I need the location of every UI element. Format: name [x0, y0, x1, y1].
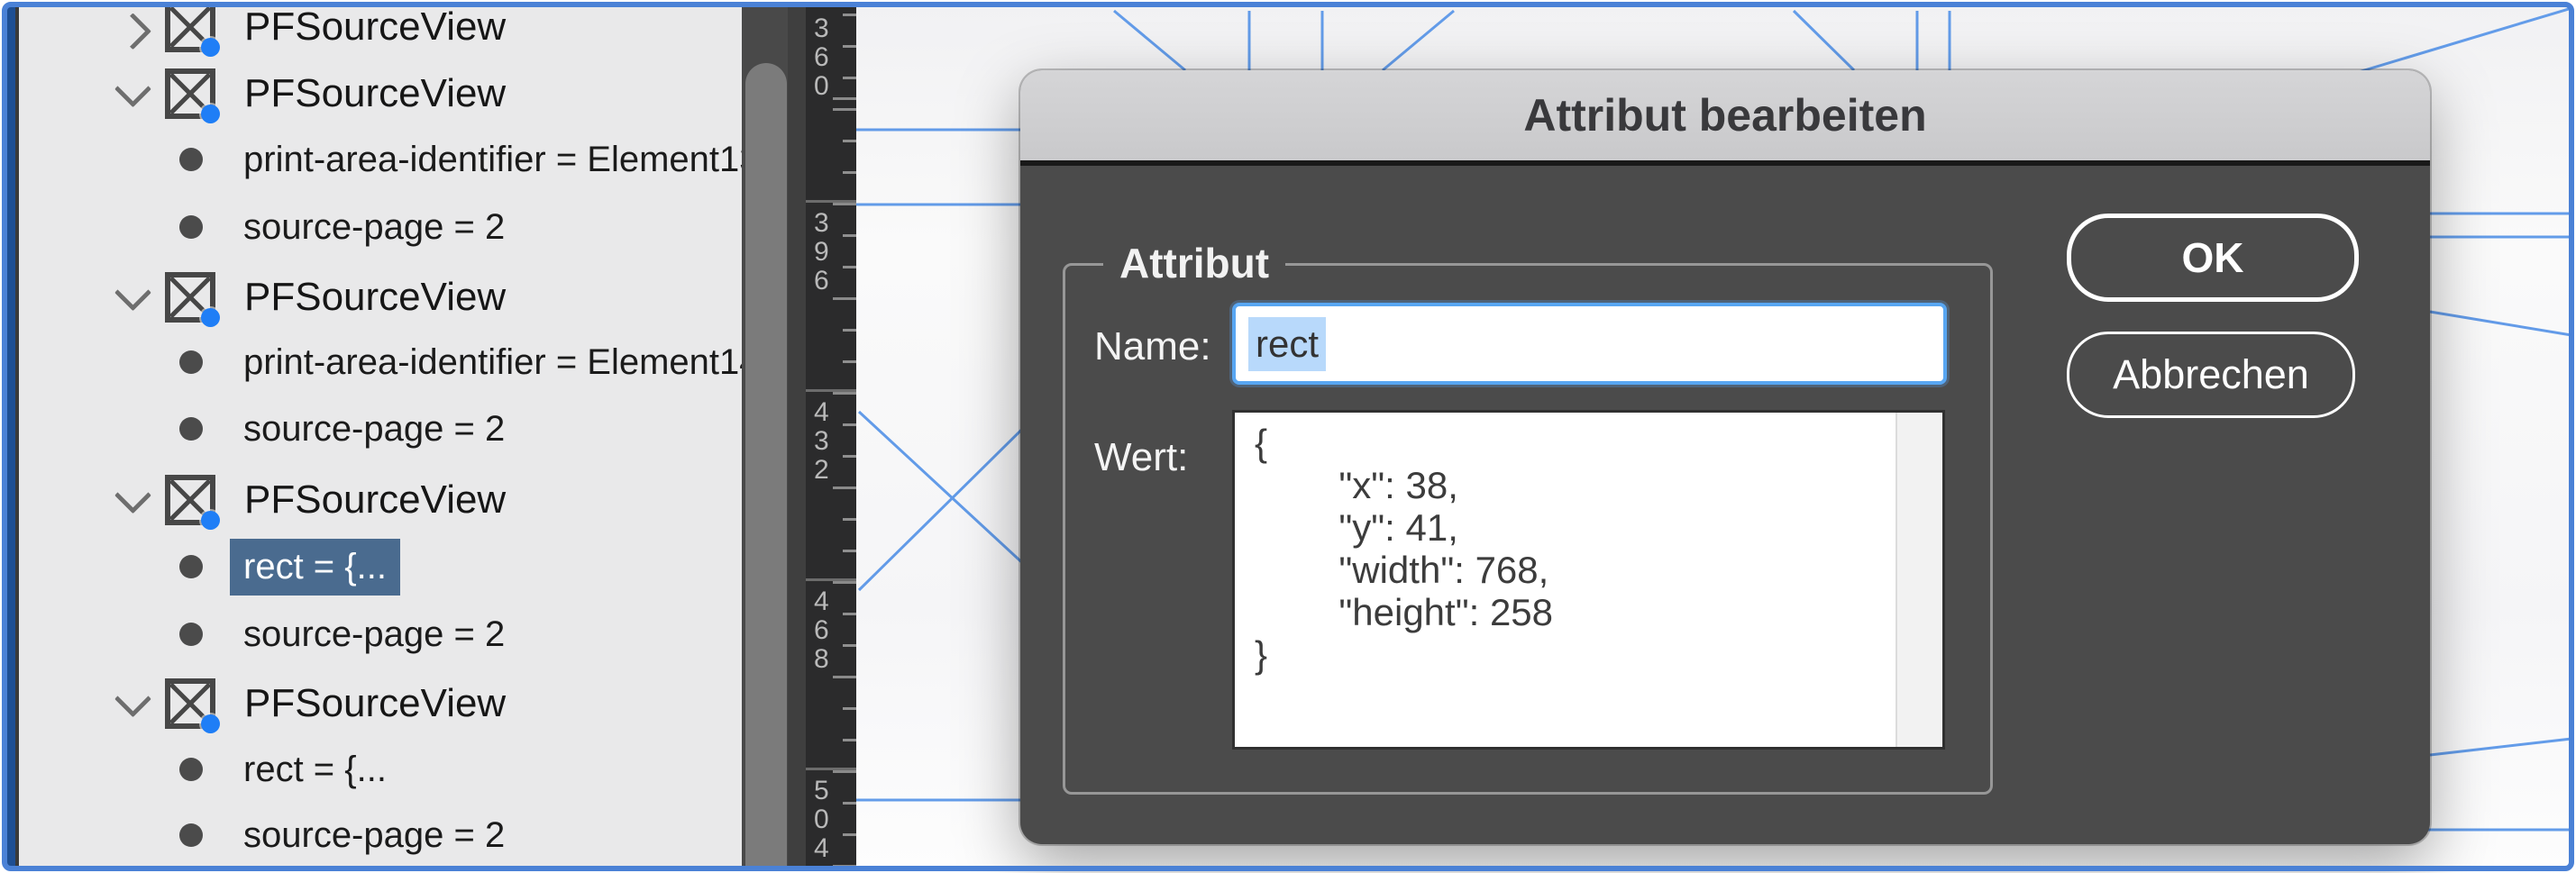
source-view-icon	[165, 678, 215, 729]
ruler-label-396: 396	[814, 209, 837, 296]
attribute-value-json: { "x": 38, "y": 41, "width": 768, "heigh…	[1235, 413, 1895, 747]
textarea-scrollbar-track[interactable]	[1895, 413, 1942, 747]
ruler-major-line	[806, 389, 856, 392]
tree-attr-label: source-page = 2	[230, 199, 518, 256]
ruler-label-504: 504	[814, 777, 837, 863]
tree-attr-row[interactable]: source-page = 2	[19, 194, 742, 260]
bullet-icon	[179, 215, 203, 239]
tree-node-label: PFSourceView	[244, 5, 506, 50]
bullet-icon	[179, 758, 203, 781]
tree-node-pfsourceview[interactable]: PFSourceView	[19, 264, 742, 331]
ok-button[interactable]: OK	[2067, 214, 2359, 302]
selected-input-text: rect	[1248, 317, 1326, 371]
bullet-icon	[179, 623, 203, 646]
name-field-label: Name:	[1094, 324, 1211, 369]
tree-node-pfsourceview[interactable]: PFSourceView	[19, 60, 742, 127]
blue-badge-icon	[201, 714, 220, 733]
tree-attr-label: rect = {...	[230, 741, 400, 798]
tree-attr-row[interactable]: print-area-identifier = Element14	[19, 329, 742, 396]
tree-attr-label: print-area-identifier = Element13	[230, 132, 742, 188]
tree-node-label: PFSourceView	[244, 681, 506, 726]
edit-attribute-dialog: Attribut bearbeiten Attribut Name: rect …	[1020, 70, 2430, 844]
bullet-icon	[179, 555, 203, 578]
chevron-down-icon[interactable]	[113, 480, 152, 520]
scrollbar-track-edge	[788, 5, 806, 868]
ruler-label-432: 432	[814, 398, 837, 485]
tree-node-pfsourceview[interactable]: PFSourceView	[19, 467, 742, 533]
ok-button-label: OK	[2182, 233, 2244, 282]
chevron-down-icon[interactable]	[113, 684, 152, 723]
sidebar-scrollbar-thumb[interactable]	[745, 63, 787, 868]
tree-attr-label: source-page = 2	[230, 401, 518, 458]
attribute-name-input[interactable]: rect	[1232, 303, 1947, 385]
structure-tree-panel: PFSourceView PFSourceView print-area-ide…	[19, 5, 742, 868]
tree-attr-label: source-page = 2	[230, 606, 518, 663]
tree-node-pfsourceview[interactable]: PFSourceView	[19, 670, 742, 737]
tree-attr-row[interactable]: source-page = 2	[19, 802, 742, 868]
dialog-titlebar[interactable]: Attribut bearbeiten	[1020, 70, 2430, 166]
chevron-right-icon[interactable]	[113, 7, 152, 47]
blue-badge-icon	[201, 38, 220, 57]
attribute-value-textarea[interactable]: { "x": 38, "y": 41, "width": 768, "heigh…	[1232, 410, 1945, 750]
ruler-label-468: 468	[814, 587, 837, 674]
tree-attr-row[interactable]: rect = {...	[19, 736, 742, 803]
blue-badge-icon	[201, 308, 220, 327]
source-view-icon	[165, 272, 215, 323]
tree-node-label: PFSourceView	[244, 71, 506, 116]
chevron-down-icon[interactable]	[113, 277, 152, 317]
bullet-icon	[179, 350, 203, 374]
bullet-icon	[179, 417, 203, 441]
ruler-major-line	[806, 578, 856, 581]
tree-node-pfsourceview[interactable]: PFSourceView	[19, 5, 742, 60]
blue-badge-icon	[201, 105, 220, 123]
source-view-icon	[165, 475, 215, 525]
tree-attr-label: print-area-identifier = Element14	[230, 334, 742, 391]
dialog-title: Attribut bearbeiten	[1523, 89, 1926, 141]
sidebar-scrollbar-track[interactable]	[742, 5, 806, 868]
tree-attr-label: source-page = 2	[230, 807, 518, 864]
chevron-down-icon[interactable]	[113, 74, 152, 114]
cancel-button-label: Abbrechen	[2113, 351, 2309, 398]
ruler-major-line	[806, 200, 856, 203]
tree-attr-label-selected: rect = {...	[230, 539, 400, 596]
tree-node-label: PFSourceView	[244, 477, 506, 523]
cancel-button[interactable]: Abbrechen	[2067, 332, 2355, 418]
tree-attr-row[interactable]: print-area-identifier = Element13	[19, 126, 742, 193]
source-view-icon	[165, 5, 215, 52]
tree-node-label: PFSourceView	[244, 275, 506, 320]
screenshot-root: PFSourceView PFSourceView print-area-ide…	[0, 0, 2576, 873]
tree-attr-row-selected[interactable]: rect = {...	[19, 533, 742, 600]
ruler-major-line	[806, 768, 856, 770]
bullet-icon	[179, 823, 203, 847]
window-left-edge	[5, 5, 15, 868]
bullet-icon	[179, 148, 203, 171]
source-view-icon	[165, 68, 215, 119]
tree-attr-row[interactable]: source-page = 2	[19, 601, 742, 668]
tree-attr-row[interactable]: source-page = 2	[19, 396, 742, 462]
ruler-label-360: 360	[814, 14, 837, 101]
value-field-label: Wert:	[1094, 435, 1188, 480]
groupbox-label: Attribut	[1103, 239, 1285, 287]
blue-badge-icon	[201, 511, 220, 530]
window-left-edge-line	[15, 5, 19, 868]
vertical-ruler: 360 396 432 468 504	[806, 5, 856, 868]
